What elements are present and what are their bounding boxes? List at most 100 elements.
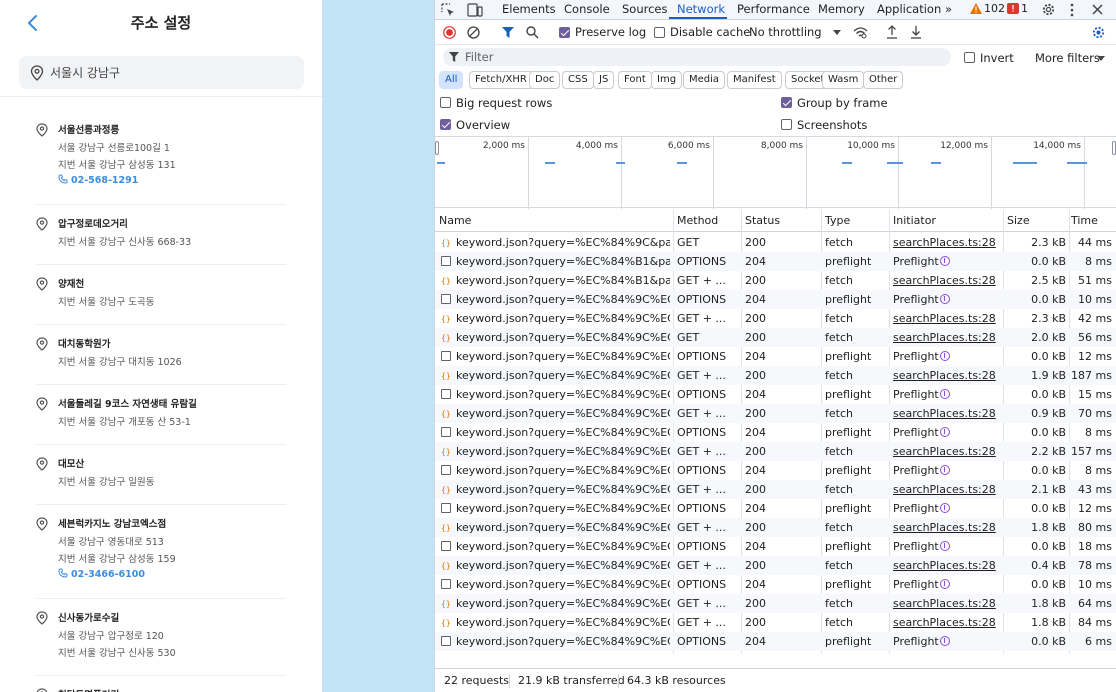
type-filter-fetchxhr[interactable]: Fetch/XHR [469, 71, 533, 89]
search-icon[interactable] [526, 26, 539, 39]
initiator-link[interactable]: searchPlaces.ts:28 [893, 274, 1001, 287]
request-row[interactable]: keyword.json?query=%EC%84%9C%EC%9... OPTI… [435, 537, 1116, 556]
place-list-item[interactable]: 대모산 지번 서울 강남구 일원동 [36, 456, 286, 505]
preflight-info-icon[interactable] [939, 503, 950, 513]
throttling-select[interactable]: No throttling [749, 25, 822, 39]
column-header-name[interactable]: Name [439, 214, 471, 227]
request-row[interactable]: keyword.json?query=%EC%84%B1&page... OPTI… [435, 252, 1116, 271]
column-header-type[interactable]: Type [825, 214, 850, 227]
initiator-link[interactable]: searchPlaces.ts:28 [893, 483, 1001, 496]
filter-funnel-icon[interactable] [502, 27, 514, 38]
warnings-badge[interactable]: 102 [970, 2, 1005, 15]
initiator-link[interactable]: searchPlaces.ts:28 [893, 445, 1001, 458]
type-filter-wasm[interactable]: Wasm [822, 71, 865, 89]
import-har-icon[interactable] [886, 25, 898, 39]
request-row[interactable]: {} keyword.json?query=%EC%84%B1&page... GE… [435, 271, 1116, 290]
type-filter-img[interactable]: Img [651, 71, 683, 89]
request-row[interactable]: {} keyword.json?query=%EC%84%9C%EC%9... GE… [435, 366, 1116, 385]
column-header-initiator[interactable]: Initiator [893, 214, 936, 227]
type-filter-all[interactable]: All [439, 71, 464, 89]
tab-memory[interactable]: Memory [818, 2, 865, 16]
type-filter-doc[interactable]: Doc [529, 71, 561, 89]
preserve-log-checkbox[interactable] [559, 27, 570, 38]
request-row[interactable]: {} keyword.json?query=%EC%84%9C%EC%9... GE… [435, 556, 1116, 575]
overview-right-handle[interactable] [1112, 141, 1116, 155]
place-phone-link[interactable]: 02-568-1291 [58, 174, 138, 187]
initiator-link[interactable]: searchPlaces.ts:28 [893, 597, 1001, 610]
clear-log-icon[interactable] [467, 26, 480, 39]
column-header-method[interactable]: Method [677, 214, 718, 227]
place-list-item[interactable]: 압구정로데오거리 지번 서울 강남구 신사동 668-33 [36, 216, 286, 265]
type-filter-css[interactable]: CSS [562, 71, 594, 89]
address-search-input[interactable]: 서울시 강남구 [19, 56, 304, 89]
tab-sources[interactable]: Sources [622, 2, 668, 16]
preflight-info-icon[interactable] [939, 294, 950, 304]
tab-application[interactable]: Application [877, 2, 941, 16]
initiator-link[interactable]: searchPlaces.ts:28 [893, 331, 1001, 344]
place-list-item[interactable]: 대치동학원가 지번 서울 강남구 대치동 1026 [36, 336, 286, 385]
initiator-link[interactable]: searchPlaces.ts:28 [893, 521, 1001, 534]
type-filter-media[interactable]: Media [683, 71, 726, 89]
column-header-status[interactable]: Status [745, 214, 780, 227]
more-tabs-button[interactable]: » [945, 2, 952, 16]
place-list-item[interactable]: 서울선릉과정릉 서울 강남구 선릉로100길 1 지번 서울 강남구 삼성동 131… [36, 122, 286, 205]
errors-badge[interactable]: 1 [1007, 2, 1028, 15]
column-header-size[interactable]: Size [1007, 214, 1030, 227]
kebab-menu-icon[interactable] [1069, 3, 1075, 17]
request-row[interactable]: keyword.json?query=%EC%84%9C%EC%9... OPTI… [435, 423, 1116, 442]
initiator-link[interactable]: searchPlaces.ts:28 [893, 407, 1001, 420]
place-list-item[interactable]: 세븐럭카지노 강남코엑스점 서울 강남구 영동대로 513 지번 서울 강남구 삼성… [36, 516, 286, 599]
request-row[interactable]: {} keyword.json?query=%EC%84%9C%EC%9... GE… [435, 480, 1116, 499]
request-row[interactable]: {} keyword.json?query=%EC%84%9C%EC%9... GE… [435, 442, 1116, 461]
preflight-info-icon[interactable] [939, 427, 950, 437]
initiator-link[interactable]: searchPlaces.ts:28 [893, 559, 1001, 572]
preflight-info-icon[interactable] [939, 389, 950, 399]
screenshots-checkbox[interactable] [781, 119, 792, 130]
type-filter-font[interactable]: Font [618, 71, 652, 89]
request-row[interactable]: keyword.json?query=%EC%84%9C%EC%9... OPTI… [435, 347, 1116, 366]
disable-cache-checkbox[interactable] [654, 27, 665, 38]
export-har-icon[interactable] [910, 25, 922, 39]
preflight-info-icon[interactable] [939, 541, 950, 551]
overview-checkbox[interactable] [440, 119, 451, 130]
request-row[interactable]: keyword.json?query=%EC%84%9C%EC%9... OPTI… [435, 575, 1116, 594]
invert-checkbox[interactable] [964, 52, 975, 63]
inspect-element-icon[interactable] [441, 3, 455, 17]
request-row[interactable]: {} keyword.json?query=%EC%84%9C%EC%9... GE… [435, 328, 1116, 347]
preflight-info-icon[interactable] [939, 579, 950, 589]
group-by-frame-checkbox[interactable] [781, 97, 792, 108]
initiator-link[interactable]: searchPlaces.ts:28 [893, 369, 1001, 382]
column-header-time[interactable]: Time [1071, 214, 1098, 227]
initiator-link[interactable]: searchPlaces.ts:28 [893, 312, 1001, 325]
settings-gear-icon[interactable] [1041, 2, 1056, 17]
request-row[interactable]: {} keyword.json?query=%EC%84%9C%EC%9... GE… [435, 518, 1116, 537]
type-filter-js[interactable]: JS [593, 71, 615, 89]
request-row[interactable]: keyword.json?query=%EC%84%9C%EC%9... OPTI… [435, 385, 1116, 404]
place-phone-link[interactable]: 02-3466-6100 [58, 568, 145, 581]
big-request-rows-checkbox[interactable] [440, 97, 451, 108]
network-settings-gear-icon[interactable] [1091, 25, 1106, 40]
filter-input[interactable]: Filter [443, 48, 951, 66]
tab-performance[interactable]: Performance [737, 2, 810, 16]
place-list-item[interactable]: 양재천 지번 서울 강남구 도곡동 [36, 276, 286, 325]
tab-elements[interactable]: Elements [502, 2, 556, 16]
close-devtools-icon[interactable] [1092, 4, 1103, 15]
initiator-link[interactable]: searchPlaces.ts:28 [893, 236, 1001, 249]
request-row[interactable]: {} keyword.json?query=%EC%84%9C%EC%9... GE… [435, 309, 1116, 328]
request-row[interactable]: {} keyword.json?query=%EC%84%9C%EC%9... GE… [435, 404, 1116, 423]
place-list-item[interactable]: 서울둘레길 9코스 자연생태 유람길 지번 서울 강남구 개포동 산 53-1 [36, 396, 286, 445]
network-overview-timeline[interactable]: 2,000 ms 4,000 ms 6,000 ms 8,000 ms 10,000 m… [435, 136, 1116, 209]
request-row[interactable]: {} keyword.json?query=%EC%84%9C&page... GE… [435, 233, 1116, 252]
type-filter-manifest[interactable]: Manifest [727, 71, 782, 89]
type-filter-other[interactable]: Other [863, 71, 904, 89]
device-toolbar-icon[interactable] [467, 3, 483, 17]
request-row[interactable]: keyword.json?query=%EC%84%9C%EC%9... OPTI… [435, 632, 1116, 651]
request-row[interactable]: {} keyword.json?query=%EC%84%9C%EC%9... GE… [435, 613, 1116, 632]
tab-network[interactable]: Network [677, 2, 725, 16]
request-row[interactable]: keyword.json?query=%EC%84%9C%EC%9... OPTI… [435, 290, 1116, 309]
initiator-link[interactable]: searchPlaces.ts:28 [893, 616, 1001, 629]
preflight-info-icon[interactable] [939, 256, 950, 266]
place-list-item[interactable]: 청담동명품거리 [36, 687, 286, 692]
preflight-info-icon[interactable] [939, 351, 950, 361]
overview-left-handle[interactable] [435, 141, 439, 155]
